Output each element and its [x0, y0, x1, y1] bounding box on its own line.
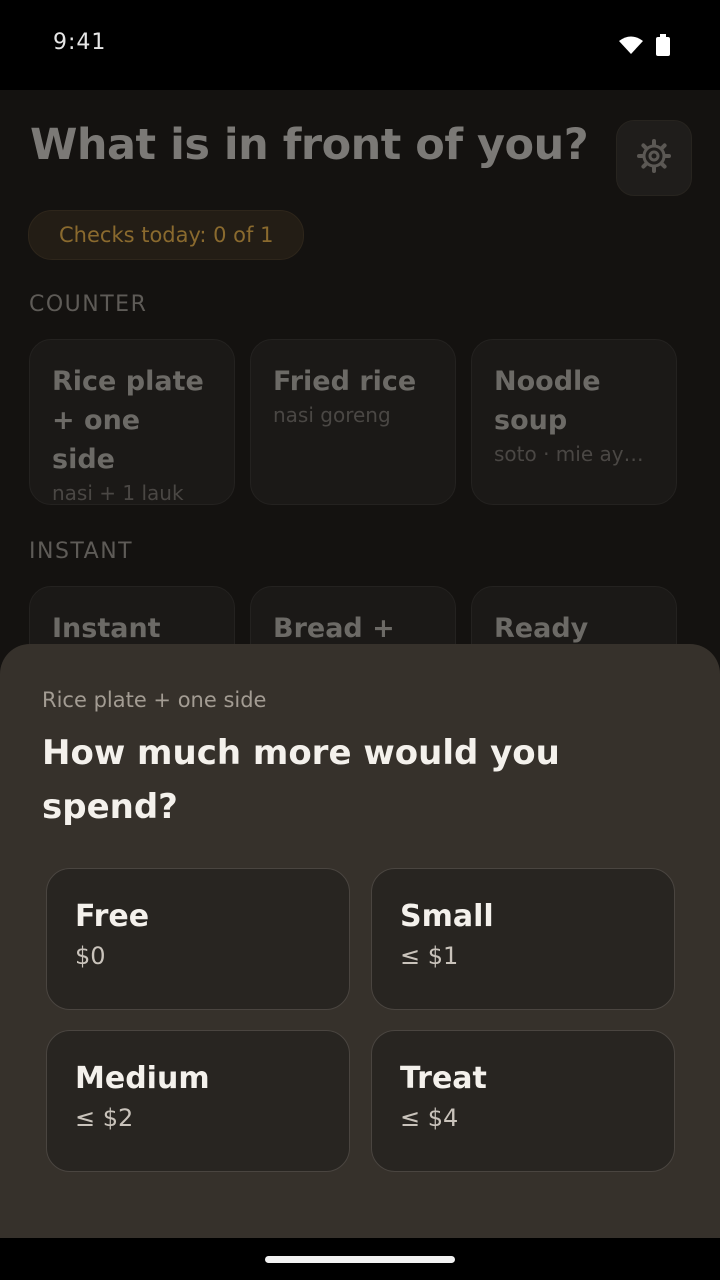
tile-title: Bread +	[273, 613, 395, 644]
section-label-instant: INSTANT	[29, 539, 134, 564]
settings-button[interactable]	[616, 120, 692, 196]
tile-title: Noodle soup	[494, 366, 601, 436]
wifi-icon	[618, 35, 644, 59]
option-treat-button[interactable]: Treat ≤ $4	[371, 1030, 675, 1172]
sheet-context-label: Rice plate + one side	[42, 688, 267, 712]
navigation-bar	[0, 1238, 720, 1280]
status-time: 9:41	[53, 30, 107, 55]
tile-rice-plate[interactable]: Rice plate + one side nasi + 1 lauk	[29, 339, 235, 505]
spend-bottom-sheet: Rice plate + one side How much more woul…	[0, 644, 720, 1238]
option-price: ≤ $2	[75, 1104, 134, 1132]
battery-icon	[656, 34, 670, 60]
checks-today-badge: Checks today: 0 of 1	[28, 210, 305, 260]
sheet-title: How much more would you spend?	[42, 733, 560, 827]
option-name: Small	[400, 899, 494, 934]
option-small-button[interactable]: Small ≤ $1	[371, 868, 675, 1010]
option-name: Free	[75, 899, 150, 934]
option-price: $0	[75, 942, 106, 970]
tile-title: Ready	[494, 613, 589, 644]
option-price: ≤ $4	[400, 1104, 459, 1132]
status-icons	[618, 34, 670, 60]
gear-icon	[637, 139, 671, 177]
home-indicator[interactable]	[265, 1256, 455, 1263]
tile-title: Instant	[52, 613, 161, 644]
screen: 9:41 What is in front of you? Checks tod…	[0, 0, 720, 1280]
option-name: Treat	[400, 1061, 487, 1096]
tile-title: Fried rice	[273, 366, 417, 397]
tile-title: Rice plate + one side	[52, 366, 204, 475]
tile-subtitle: nasi goreng	[273, 403, 391, 427]
option-name: Medium	[75, 1061, 210, 1096]
option-price: ≤ $1	[400, 942, 459, 970]
option-medium-button[interactable]: Medium ≤ $2	[46, 1030, 350, 1172]
tile-noodle-soup[interactable]: Noodle soup soto · mie aya...	[471, 339, 677, 505]
tile-subtitle: nasi + 1 lauk	[52, 481, 184, 505]
tile-subtitle: soto · mie aya...	[494, 442, 654, 466]
page-title: What is in front of you?	[30, 120, 589, 170]
tile-fried-rice[interactable]: Fried rice nasi goreng	[250, 339, 456, 505]
section-label-counter: COUNTER	[29, 292, 148, 317]
status-bar: 9:41	[0, 0, 720, 90]
option-free-button[interactable]: Free $0	[46, 868, 350, 1010]
